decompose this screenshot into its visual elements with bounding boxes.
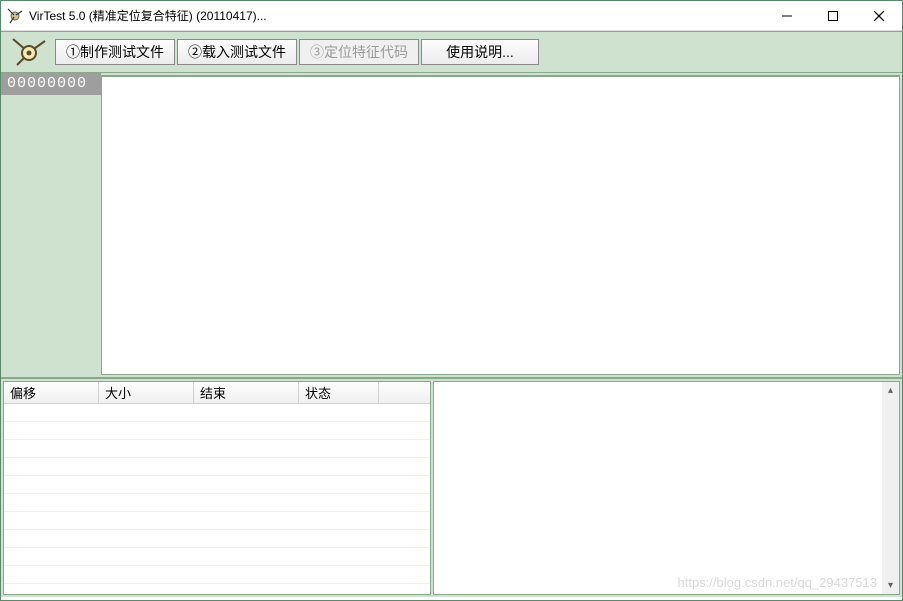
scrollbar[interactable]: ▴ ▾ [882, 382, 899, 594]
table-row [4, 404, 430, 422]
window-controls [764, 1, 902, 30]
table-row [4, 458, 430, 476]
detail-panel[interactable]: ▴ ▾ https://blog.csdn.net/qq_29437513 [433, 381, 900, 595]
address-gutter: 00000000 [1, 73, 101, 377]
table-body[interactable] [4, 404, 430, 594]
make-test-file-button[interactable]: ①制作测试文件 [55, 39, 175, 65]
hex-view[interactable] [101, 75, 900, 375]
help-button[interactable]: 使用说明... [421, 39, 539, 65]
results-table: 偏移 大小 结束 状态 [3, 381, 431, 595]
scroll-down-icon[interactable]: ▾ [882, 577, 899, 594]
table-row [4, 440, 430, 458]
table-row [4, 476, 430, 494]
scroll-up-icon[interactable]: ▴ [882, 382, 899, 399]
table-row [4, 566, 430, 584]
toolbar: ①制作测试文件 ②载入测试文件 ③定位特征代码 使用说明... [1, 31, 902, 73]
col-blank[interactable] [379, 382, 430, 403]
col-offset[interactable]: 偏移 [4, 382, 99, 403]
watermark-text: https://blog.csdn.net/qq_29437513 [678, 575, 878, 590]
col-size[interactable]: 大小 [99, 382, 194, 403]
table-row [4, 530, 430, 548]
table-row [4, 494, 430, 512]
bottom-panels: 偏移 大小 结束 状态 ▴ ▾ https://blog.csdn.net/qq… [1, 379, 902, 597]
close-button[interactable] [856, 1, 902, 30]
app-icon [7, 8, 23, 24]
maximize-button[interactable] [810, 1, 856, 30]
main-content: 00000000 [1, 73, 902, 379]
table-row [4, 422, 430, 440]
titlebar: VirTest 5.0 (精准定位复合特征) (20110417)... [1, 1, 902, 31]
target-icon[interactable] [5, 34, 53, 70]
table-row [4, 548, 430, 566]
locate-signature-button: ③定位特征代码 [299, 39, 419, 65]
col-status[interactable]: 状态 [299, 382, 379, 403]
window-title: VirTest 5.0 (精准定位复合特征) (20110417)... [29, 7, 764, 24]
col-end[interactable]: 结束 [194, 382, 299, 403]
table-header: 偏移 大小 结束 状态 [4, 382, 430, 404]
table-row [4, 512, 430, 530]
minimize-button[interactable] [764, 1, 810, 30]
load-test-file-button[interactable]: ②载入测试文件 [177, 39, 297, 65]
address-value: 00000000 [1, 73, 101, 95]
